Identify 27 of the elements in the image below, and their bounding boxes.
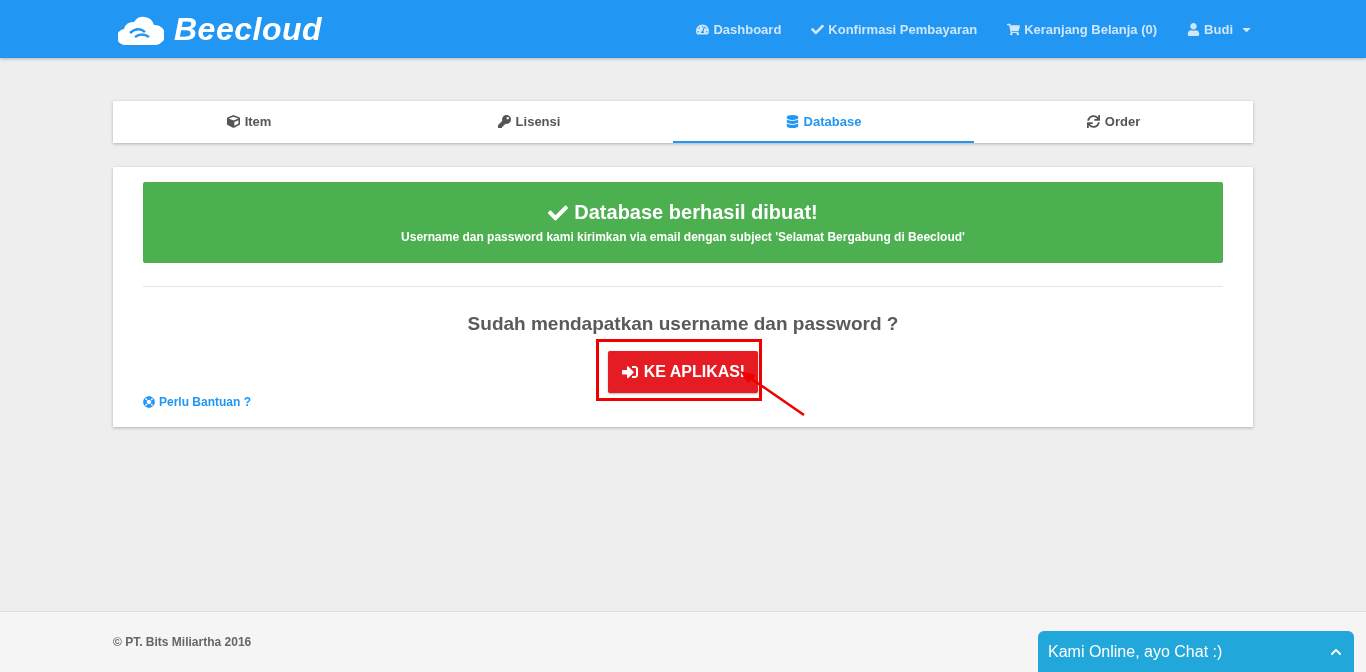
nav-link[interactable]: Budi (1187, 21, 1253, 37)
question-text: Sudah mendapatkan username dan password ? (466, 313, 900, 335)
sign-in-icon (621, 364, 638, 380)
alert-message: Username dan password kami kirimkan via email dengan subject 'Selamat Bergabung di Beecloud' (401, 230, 965, 244)
copyright-text: © PT. Bits Miliartha 2016 (113, 635, 252, 649)
tab[interactable]: Lisensi (385, 101, 673, 143)
user-icon (1187, 22, 1201, 36)
tab[interactable]: Database (673, 101, 974, 143)
cart-icon (1007, 22, 1021, 36)
nav-link[interactable]: Konfirmasi Pembayaran (811, 21, 978, 37)
key-icon (497, 114, 511, 128)
nav-link[interactable]: Keranjang Belanja (0) (1007, 21, 1158, 37)
database-icon (785, 114, 799, 128)
tab[interactable]: Item (113, 101, 385, 143)
dashboard-icon (696, 22, 710, 36)
tab[interactable]: Order (974, 101, 1253, 143)
open-app-button[interactable]: KE APLIKASI (607, 351, 759, 393)
brand-name: Beecloud (174, 10, 323, 48)
refresh-icon (1086, 114, 1100, 128)
check-icon (811, 22, 825, 36)
help-link[interactable]: Perlu Bantuan ? (143, 395, 1223, 409)
alert-title: Database berhasil dibuat! (574, 201, 818, 224)
cube-icon (226, 114, 240, 128)
nav-link[interactable]: Dashboard (696, 21, 782, 37)
lifebuoy-icon (143, 396, 155, 408)
chat-label: Kami Online, ayo Chat :) (1048, 642, 1223, 661)
chat-widget[interactable]: Kami Online, ayo Chat :) (1038, 631, 1354, 672)
